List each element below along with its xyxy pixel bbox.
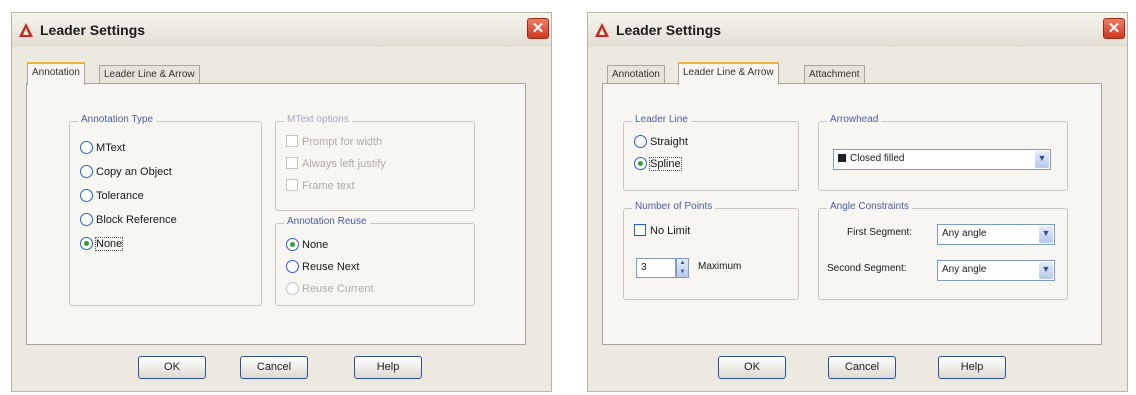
option-label: Frame text <box>302 180 355 192</box>
group-label: Number of Points <box>632 201 716 212</box>
annotation-type-group: Annotation Type MText Copy an Object Tol… <box>69 114 262 306</box>
ok-button[interactable]: OK <box>718 356 786 379</box>
checkbox-always-left-justify[interactable]: Always left justify <box>286 156 386 172</box>
cancel-button[interactable]: Cancel <box>828 356 896 379</box>
radio-icon <box>80 212 93 226</box>
select-value: Any angle <box>942 264 987 275</box>
closed-filled-arrow-icon <box>838 154 846 163</box>
option-label: Always left justify <box>302 158 386 170</box>
tab-leader-line-arrow[interactable]: Leader Line & Arrow <box>678 62 779 85</box>
checkbox-icon <box>634 224 646 237</box>
tab-annotation[interactable]: Annotation <box>607 65 665 84</box>
leader-settings-dialog-leader-line: Leader Settings ✕ Annotation Leader Line… <box>587 12 1128 392</box>
spinner-arrows-icon[interactable]: ▲ ▼ <box>676 258 689 278</box>
number-of-points-group: Number of Points No Limit 3 ▲ ▼ Maximum <box>623 201 799 300</box>
group-label: Annotation Type <box>78 114 157 125</box>
help-button[interactable]: Help <box>354 356 422 379</box>
radio-checked-icon <box>634 156 647 170</box>
radio-icon <box>80 164 93 178</box>
title-bar[interactable]: Leader Settings ✕ <box>588 13 1127 47</box>
help-button[interactable]: Help <box>938 356 1006 379</box>
second-segment-select[interactable]: Any angle ▼ <box>937 260 1055 281</box>
option-label: Prompt for width <box>302 136 383 148</box>
option-label: Reuse Current <box>302 283 374 295</box>
radio-none[interactable]: None <box>80 236 124 252</box>
radio-icon <box>634 134 647 148</box>
group-label: Angle Constraints <box>827 201 912 212</box>
checkbox-icon <box>286 157 298 170</box>
radio-checked-icon <box>80 236 93 250</box>
option-label: Spline <box>649 157 682 171</box>
angle-constraints-group: Angle Constraints First Segment: Any ang… <box>818 201 1068 300</box>
dialog-title: Leader Settings <box>616 22 722 38</box>
close-icon: ✕ <box>531 20 545 37</box>
option-label: No Limit <box>650 225 691 237</box>
first-segment-select[interactable]: Any angle ▼ <box>937 224 1055 245</box>
ok-button[interactable]: OK <box>138 356 206 379</box>
radio-copy-an-object[interactable]: Copy an Object <box>80 164 172 180</box>
leader-line-group: Leader Line Straight Spline <box>623 114 799 191</box>
first-segment-label: First Segment: <box>847 227 913 238</box>
leader-settings-dialog-annotation: Leader Settings ✕ Annotation Leader Line… <box>11 12 552 392</box>
option-label: Tolerance <box>96 190 144 202</box>
option-label: Straight <box>650 136 688 148</box>
radio-spline[interactable]: Spline <box>634 156 682 172</box>
radio-icon <box>80 140 93 154</box>
points-maximum-input[interactable]: 3 <box>636 258 676 278</box>
radio-reuse-none[interactable]: None <box>286 237 328 253</box>
dialog-title: Leader Settings <box>40 22 146 38</box>
autocad-icon <box>19 23 33 37</box>
chevron-down-icon[interactable]: ▼ <box>1039 262 1053 279</box>
option-label: Copy an Object <box>96 166 172 178</box>
option-label: MText <box>96 142 126 154</box>
second-segment-label: Second Segment: <box>827 263 907 274</box>
checkbox-icon <box>286 135 298 148</box>
radio-mtext[interactable]: MText <box>80 140 125 156</box>
checkbox-frame-text[interactable]: Frame text <box>286 178 355 194</box>
maximum-label: Maximum <box>698 261 742 272</box>
arrowhead-group: Arrowhead Closed filled ▼ <box>818 114 1068 191</box>
tab-panel: Annotation Type MText Copy an Object Tol… <box>26 83 526 345</box>
radio-block-reference[interactable]: Block Reference <box>80 212 177 228</box>
chevron-down-icon[interactable]: ▼ <box>1035 151 1049 168</box>
close-button[interactable]: ✕ <box>527 18 549 39</box>
close-icon: ✕ <box>1107 20 1121 37</box>
tab-attachment[interactable]: Attachment <box>804 65 865 84</box>
checkbox-prompt-for-width[interactable]: Prompt for width <box>286 134 382 150</box>
radio-straight[interactable]: Straight <box>634 134 688 150</box>
group-label: Annotation Reuse <box>284 216 370 227</box>
close-button[interactable]: ✕ <box>1103 18 1125 39</box>
select-value: Any angle <box>942 228 987 239</box>
group-label: Leader Line <box>632 114 691 125</box>
chevron-down-icon[interactable]: ▼ <box>1039 226 1053 243</box>
annotation-reuse-group: Annotation Reuse None Reuse Next Reuse C… <box>275 216 475 306</box>
arrowhead-select[interactable]: Closed filled ▼ <box>833 149 1051 170</box>
checkbox-no-limit[interactable]: No Limit <box>634 223 690 239</box>
option-label: None <box>302 239 329 251</box>
radio-reuse-next[interactable]: Reuse Next <box>286 259 359 275</box>
radio-icon <box>286 259 299 273</box>
radio-reuse-current[interactable]: Reuse Current <box>286 281 374 297</box>
option-label: Reuse Next <box>302 261 360 273</box>
mtext-options-group: MText options Prompt for width Always le… <box>275 114 475 211</box>
tab-leader-line-arrow[interactable]: Leader Line & Arrow <box>99 65 200 84</box>
radio-icon <box>286 281 299 295</box>
option-label: Block Reference <box>96 214 177 226</box>
group-label: Arrowhead <box>827 114 882 125</box>
title-bar[interactable]: Leader Settings ✕ <box>12 13 551 47</box>
radio-tolerance[interactable]: Tolerance <box>80 188 144 204</box>
radio-icon <box>80 188 93 202</box>
tab-panel: Leader Line Straight Spline Arrowhead Cl… <box>602 83 1102 345</box>
checkbox-icon <box>286 179 298 192</box>
cancel-button[interactable]: Cancel <box>240 356 308 379</box>
radio-checked-icon <box>286 237 299 251</box>
group-label: MText options <box>284 114 352 125</box>
tab-annotation[interactable]: Annotation <box>27 62 85 85</box>
select-value: Closed filled <box>850 153 905 164</box>
option-label: None <box>94 237 124 251</box>
autocad-icon <box>595 23 609 37</box>
